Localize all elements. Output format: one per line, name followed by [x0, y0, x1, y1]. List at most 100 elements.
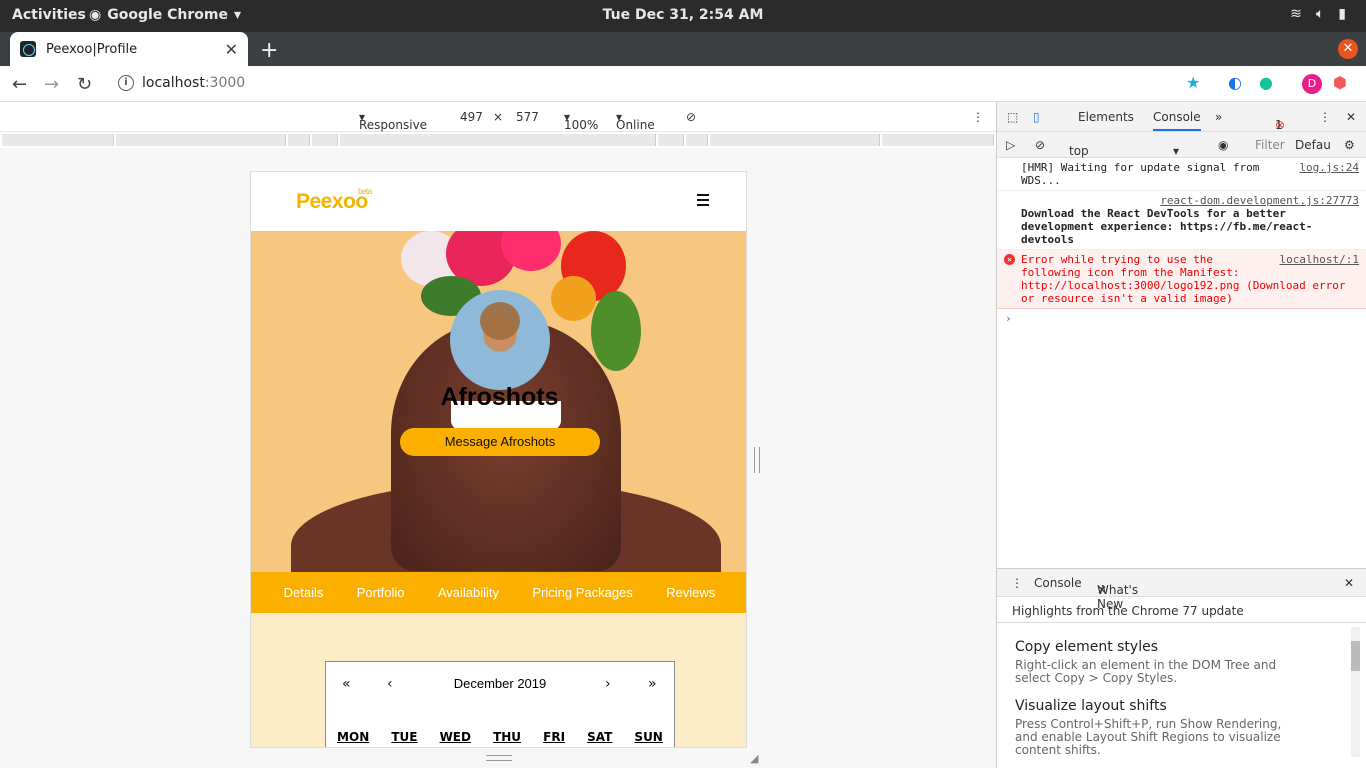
close-drawer-icon[interactable]: ✕: [1344, 576, 1354, 590]
height-input[interactable]: 577: [516, 110, 539, 124]
profile-avatar-image[interactable]: [450, 290, 550, 390]
close-window-button[interactable]: ✕: [1338, 39, 1358, 59]
next-year-button[interactable]: »: [648, 676, 657, 692]
tab-reviews[interactable]: Reviews: [666, 585, 715, 600]
back-icon[interactable]: ←: [12, 74, 27, 95]
close-devtools-icon[interactable]: ✕: [1346, 110, 1356, 124]
message-source-link[interactable]: react-dom.development.js:27773: [1160, 194, 1359, 207]
app-name: Google Chrome: [107, 7, 228, 23]
next-month-button[interactable]: ›: [605, 676, 611, 692]
media-query-bar[interactable]: [0, 132, 996, 148]
resize-handle-right[interactable]: [754, 447, 760, 473]
devtools-menu-icon[interactable]: ⋮: [1319, 110, 1331, 124]
responsive-label: Responsive: [359, 118, 428, 132]
bookmark-star-icon[interactable]: ★: [1186, 73, 1200, 92]
dimension-separator: ×: [493, 110, 504, 124]
battery-icon: ▮: [1338, 6, 1346, 22]
browser-tab[interactable]: Peexoo|Profile ✕: [10, 32, 248, 66]
close-tab-icon[interactable]: ✕: [225, 40, 238, 59]
feature-title[interactable]: Visualize layout shifts: [1015, 698, 1349, 714]
weekday-header: MON TUE WED THU FRI SAT SUN: [326, 730, 674, 744]
console-settings-icon[interactable]: ⚙: [1344, 138, 1355, 152]
device-viewport: Peexoo beta Afroshots Message Afroshots D…: [250, 171, 747, 748]
message-text: Download the React DevTools for a better…: [1021, 207, 1313, 246]
network-label: Online: [616, 118, 655, 132]
clear-console-icon[interactable]: ⊘: [1035, 138, 1045, 152]
resize-handle-bottom[interactable]: [486, 755, 512, 761]
message-source-link[interactable]: log.js:24: [1299, 161, 1359, 174]
reload-icon[interactable]: ↻: [77, 74, 92, 95]
responsive-select[interactable]: Responsive ▾: [359, 110, 427, 132]
sidebar-toggle-icon[interactable]: ▷: [1006, 138, 1015, 152]
tab-pricing-packages[interactable]: Pricing Packages: [532, 585, 632, 600]
app-menu[interactable]: ◉ Google Chrome ▾: [89, 7, 241, 23]
drawer-tabbar: ⋮ Console What's New ✕ ✕: [997, 569, 1366, 611]
device-toggle-icon[interactable]: ▯: [1033, 110, 1040, 124]
system-tray[interactable]: ≋ 🔈︎ ▮: [1290, 6, 1346, 22]
width-input[interactable]: 497: [460, 110, 483, 124]
url-field[interactable]: localhost:3000: [142, 75, 245, 91]
url-host: localhost: [142, 75, 205, 91]
url-port: :3000: [204, 75, 246, 91]
weekday-fri: FRI: [543, 730, 566, 744]
system-top-bar: Activities ◉ Google Chrome ▾ Tue Dec 31,…: [0, 0, 1366, 32]
devtools-panel: ⬚ ▯ Elements Console » ⊗ 1 ⋮ ✕ ▷ ⊘ top ▾ …: [996, 102, 1366, 768]
activities-button[interactable]: Activities: [12, 7, 86, 23]
weekday-tue: TUE: [391, 730, 418, 744]
more-options-icon[interactable]: ⋮: [972, 110, 984, 124]
filter-input[interactable]: Filter: [1255, 138, 1285, 152]
tab-availability[interactable]: Availability: [438, 585, 499, 600]
wifi-icon: ≋: [1290, 6, 1302, 22]
network-select[interactable]: Online ▾: [616, 110, 655, 132]
hero-banner: Afroshots Message Afroshots: [251, 231, 746, 572]
calendar: « ‹ December 2019 › » MON TUE WED THU FR…: [325, 661, 675, 747]
weekday-thu: THU: [493, 730, 522, 744]
drawer-menu-icon[interactable]: ⋮: [1011, 576, 1023, 590]
profile-name: Afroshots: [440, 383, 559, 411]
device-toolbar: Responsive ▾ 497 × 577 100% ▾ Online ▾ ⊘…: [0, 102, 996, 132]
message-button[interactable]: Message Afroshots: [400, 428, 600, 456]
tab-console[interactable]: Console: [1153, 110, 1201, 131]
drawer-tab-console[interactable]: Console: [1034, 576, 1082, 590]
chevron-down-icon: ▾: [233, 7, 242, 23]
hamburger-menu-icon[interactable]: [697, 194, 709, 206]
message-source-link[interactable]: localhost/:1: [1280, 253, 1359, 266]
tab-portfolio[interactable]: Portfolio: [357, 585, 405, 600]
tab-elements[interactable]: Elements: [1078, 110, 1134, 124]
error-count: 1: [1275, 118, 1283, 132]
zoom-select[interactable]: 100% ▾: [564, 110, 598, 132]
eye-icon[interactable]: ◉: [1218, 138, 1228, 152]
feature-desc: Press Control+Shift+P, run Show Renderin…: [1015, 717, 1282, 757]
error-icon: ✕: [1004, 254, 1015, 265]
site-header: Peexoo beta: [251, 172, 746, 231]
peexoo-logo[interactable]: Peexoo beta: [296, 187, 372, 214]
close-tab-icon[interactable]: ✕: [1097, 583, 1107, 597]
weekday-wed: WED: [439, 730, 471, 744]
tab-title: Peexoo|Profile: [46, 41, 138, 57]
profile-avatar[interactable]: D: [1302, 74, 1322, 94]
address-bar-row: ← → ↻ i localhost:3000 ★ ◐ ● D ⬢: [0, 66, 1366, 102]
context-label: top: [1069, 144, 1089, 158]
site-info-icon[interactable]: i: [118, 75, 134, 91]
feature-title[interactable]: Copy element styles: [1015, 639, 1349, 655]
levels-select[interactable]: Defau: [1295, 138, 1331, 152]
console-message: log.js:24 [HMR] Waiting for update signa…: [997, 158, 1366, 191]
new-tab-button[interactable]: +: [260, 38, 278, 63]
devtools-drawer: ⋮ Console What's New ✕ ✕ Highlights from…: [997, 568, 1366, 768]
resize-corner-icon[interactable]: ◢: [750, 752, 758, 765]
extension-c-icon[interactable]: ◐: [1228, 73, 1242, 92]
more-tabs-icon[interactable]: »: [1215, 110, 1222, 124]
grammarly-icon[interactable]: ●: [1259, 73, 1273, 92]
drawer-scrollbar[interactable]: [1351, 627, 1360, 757]
message-text: [HMR] Waiting for update signal from WDS…: [1021, 161, 1260, 187]
extension-icon[interactable]: ⬢: [1333, 73, 1347, 92]
logo-text: Peexoo: [296, 190, 368, 213]
rotate-icon[interactable]: ⊘: [686, 110, 696, 124]
tab-strip: Peexoo|Profile ✕: [0, 32, 1366, 66]
profile-tabs: Details Portfolio Availability Pricing P…: [251, 572, 746, 613]
forward-icon[interactable]: →: [44, 74, 59, 95]
inspect-element-icon[interactable]: ⬚: [1007, 110, 1018, 124]
calendar-month-label[interactable]: December 2019: [326, 676, 674, 691]
console-prompt[interactable]: ›: [997, 309, 1366, 328]
tab-details[interactable]: Details: [284, 585, 324, 600]
